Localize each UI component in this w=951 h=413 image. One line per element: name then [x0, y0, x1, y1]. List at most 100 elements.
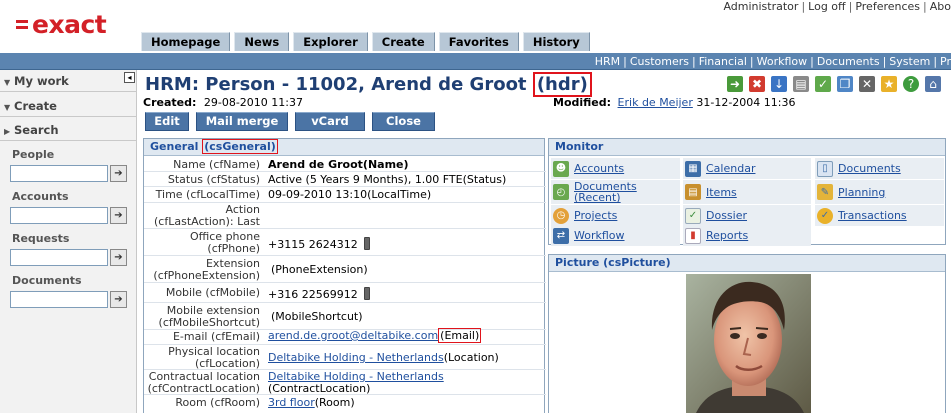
top-link-administrator[interactable]: Administrator — [723, 0, 798, 13]
tab-create[interactable]: Create — [371, 32, 435, 51]
field-value-email: arend.de.groot@deltabike.com (Email) — [268, 328, 482, 343]
module-link-more[interactable]: Pr — [940, 55, 951, 68]
field-row-extension: Extension (cfPhoneExtension) (PhoneExten… — [144, 256, 546, 283]
picture-panel-title: Picture (csPicture) — [555, 256, 671, 269]
approve-icon[interactable]: ✓ — [815, 76, 831, 92]
page-title-text: HRM: Person - 11002, Arend de Groot — [145, 74, 527, 95]
search-people-input[interactable] — [10, 165, 108, 182]
sidebar-search[interactable]: ▶ Search — [0, 119, 137, 141]
monitor-panel: Monitor ☻ Accounts ▦ Calendar ▯ Document… — [548, 138, 946, 246]
exact-logo[interactable]: exact — [16, 10, 107, 38]
field-label-line-2: (cfLocation) — [194, 357, 260, 370]
general-panel-cs-tag: (csGeneral) — [202, 139, 278, 154]
page-title-hdr-tag: (hdr) — [532, 72, 592, 97]
export-icon[interactable]: ➜ — [727, 76, 743, 92]
email-cs-tag: (Email) — [438, 328, 482, 343]
search-requests-label: Requests — [12, 232, 70, 245]
edit-button[interactable]: Edit — [145, 112, 189, 131]
document-icon: ▯ — [817, 160, 833, 177]
field-label-line-2: (cfPhone) — [207, 242, 260, 255]
field-label-line-2: (cfLastAction): Last — [154, 215, 260, 228]
planning-icon: ✎ — [817, 184, 833, 200]
search-documents-go-icon[interactable]: ➔ — [110, 291, 127, 308]
phone-icon[interactable] — [363, 237, 370, 250]
search-documents-input[interactable] — [10, 291, 108, 308]
top-link-preferences[interactable]: Preferences — [855, 0, 920, 13]
tab-homepage[interactable]: Homepage — [141, 32, 231, 51]
favorite-icon[interactable]: ★ — [881, 76, 897, 92]
tools-icon[interactable]: ✕ — [859, 76, 875, 92]
module-link-system[interactable]: System — [889, 55, 930, 68]
module-link-documents[interactable]: Documents — [817, 55, 880, 68]
physical-location-link[interactable]: Deltabike Holding - Netherlands — [268, 351, 444, 364]
field-label-line-2: (cfContractLocation) — [147, 382, 260, 395]
monitor-item-documents[interactable]: ▯ Documents — [815, 158, 944, 179]
modified-by-link[interactable]: Erik de Meijer — [618, 96, 693, 109]
field-row-physical-location: Physical location (cfLocation) Deltabike… — [144, 345, 546, 370]
calendar-icon: ▦ — [685, 160, 701, 177]
monitor-panel-title: Monitor — [555, 140, 604, 153]
items-icon: ▤ — [685, 184, 701, 200]
field-row-name: Name (cfName) Arend de Groot(Name) — [144, 157, 546, 172]
monitor-item-documents-recent[interactable]: ◴ Documents (Recent) — [551, 180, 680, 204]
module-link-financial[interactable]: Financial — [699, 55, 747, 68]
room-link[interactable]: 3rd floor — [268, 396, 315, 409]
monitor-item-reports[interactable]: ▮ Reports — [683, 225, 811, 246]
main-tabs: Homepage News Explorer Create Favorites … — [141, 32, 590, 51]
tab-news[interactable]: News — [234, 32, 290, 51]
search-requests-input[interactable] — [10, 249, 108, 266]
copy-icon[interactable]: ❐ — [837, 76, 853, 92]
search-accounts-go-icon[interactable]: ➔ — [110, 207, 127, 224]
close-button[interactable]: Close — [372, 112, 435, 131]
modified-value: 31-12-2004 11:36 — [696, 96, 796, 109]
chevron-down-icon: ▼ — [4, 78, 11, 87]
search-requests-go-icon[interactable]: ➔ — [110, 249, 127, 266]
import-icon[interactable]: ↓ — [771, 76, 787, 92]
monitor-item-calendar[interactable]: ▦ Calendar — [683, 158, 811, 179]
workflow-icon: ⇄ — [553, 227, 569, 244]
sidebar-my-work[interactable]: ▼ My work — [0, 70, 137, 92]
top-link-log-off[interactable]: Log off — [808, 0, 845, 13]
search-documents-label: Documents — [12, 274, 82, 287]
search-accounts-label: Accounts — [12, 190, 69, 203]
top-link-about[interactable]: Abo — [930, 0, 951, 13]
delete-icon[interactable]: ✖ — [749, 76, 765, 92]
modified-info: Modified: Erik de Meijer 31-12-2004 11:3… — [553, 96, 795, 109]
vcard-button[interactable]: vCard — [295, 112, 365, 131]
people-icon: ☻ — [553, 160, 569, 177]
monitor-item-accounts[interactable]: ☻ Accounts — [551, 158, 680, 179]
monitor-item-workflow[interactable]: ⇄ Workflow — [551, 225, 680, 246]
home-icon[interactable]: ⌂ — [925, 76, 941, 92]
chevron-right-icon: ▶ — [4, 127, 11, 136]
monitor-item-planning[interactable]: ✎ Planning — [815, 180, 944, 204]
tab-history[interactable]: History — [522, 32, 590, 51]
monitor-panel-header: Monitor — [549, 139, 945, 156]
field-value-contract-location-suffix: (ContractLocation) — [268, 382, 371, 395]
email-link[interactable]: arend.de.groot@deltabike.com — [268, 329, 438, 342]
search-accounts-input[interactable] — [10, 207, 108, 224]
monitor-item-items[interactable]: ▤ Items — [683, 180, 811, 204]
modified-label: Modified: — [553, 96, 612, 109]
module-link-workflow[interactable]: Workflow — [757, 55, 808, 68]
search-people-go-icon[interactable]: ➔ — [110, 165, 127, 182]
field-label: Mobile (cfMobile) — [165, 286, 260, 299]
module-link-hrm[interactable]: HRM — [595, 55, 620, 68]
sidebar-create[interactable]: ▼ Create — [0, 95, 137, 117]
monitor-item-dossier[interactable]: ✓ Dossier — [683, 205, 811, 226]
tab-explorer[interactable]: Explorer — [293, 32, 368, 51]
help-icon[interactable]: ? — [903, 76, 919, 92]
top-links: Administrator | Log off | Preferences | Abo — [723, 0, 951, 13]
created-info: Created: 29-08-2010 11:37 — [143, 96, 303, 109]
monitor-item-projects[interactable]: ◷ Projects — [551, 205, 680, 226]
mail-merge-button[interactable]: Mail merge — [196, 112, 288, 131]
recent-documents-icon: ◴ — [553, 184, 569, 200]
monitor-item-transactions[interactable]: ✓ Transactions — [815, 205, 944, 226]
field-value-office-phone: +3115 2624312 — [268, 237, 370, 251]
field-row-status: Status (cfStatus) Active (5 Years 9 Mont… — [144, 172, 546, 187]
module-link-customers[interactable]: Customers — [630, 55, 689, 68]
print-icon[interactable]: ▤ — [793, 76, 809, 92]
logo-mark — [16, 19, 28, 29]
tab-favorites[interactable]: Favorites — [438, 32, 519, 51]
field-label: E-mail (cfEmail) — [172, 330, 260, 343]
phone-icon[interactable] — [363, 287, 370, 300]
